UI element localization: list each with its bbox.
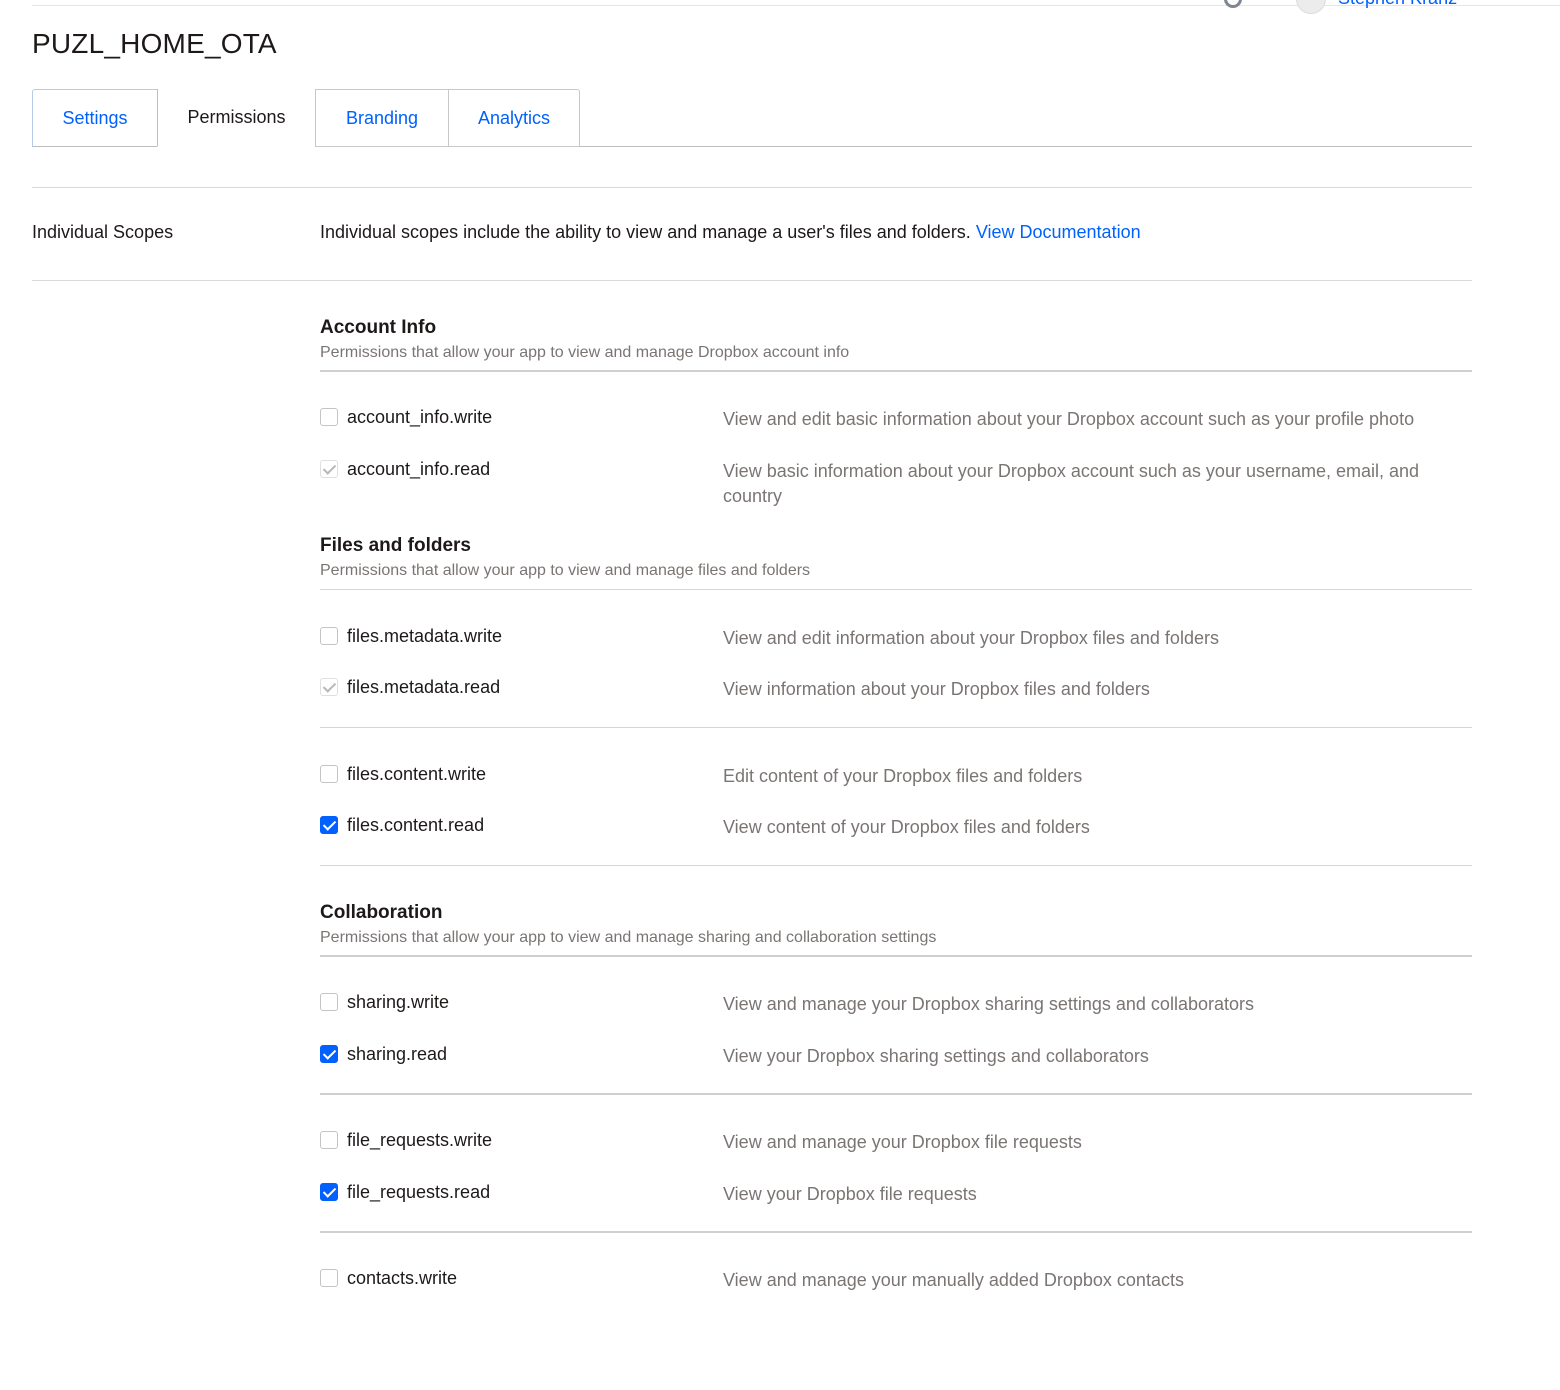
divider bbox=[32, 280, 1472, 281]
divider bbox=[320, 727, 1472, 728]
permission-name: sharing.write bbox=[347, 992, 450, 1012]
tab-permissions[interactable]: Permissions bbox=[157, 89, 315, 147]
checkbox-file-requests-read[interactable] bbox=[320, 1183, 338, 1201]
avatar[interactable] bbox=[1296, 0, 1328, 16]
permission-name: files.content.read bbox=[347, 815, 485, 835]
tab-branding[interactable]: Branding bbox=[315, 89, 448, 147]
scopes-description-text: Individual scopes include the ability to… bbox=[320, 222, 971, 242]
view-documentation-link[interactable]: View Documentation bbox=[976, 222, 1141, 242]
checkbox-files-content-write[interactable] bbox=[320, 765, 338, 783]
checkbox-account-info-write[interactable] bbox=[320, 408, 338, 426]
permission-name: contacts.write bbox=[347, 1268, 458, 1288]
permission-description: Edit content of your Dropbox files and f… bbox=[723, 766, 1083, 786]
divider bbox=[320, 1093, 1472, 1095]
checkbox-file-requests-write[interactable] bbox=[320, 1131, 338, 1149]
tab-bar: Settings Permissions Branding Analytics bbox=[32, 89, 580, 147]
checkbox-account-info-read[interactable] bbox=[320, 460, 338, 478]
divider bbox=[320, 865, 1472, 866]
checkbox-sharing-read[interactable] bbox=[320, 1045, 338, 1063]
group-divider bbox=[320, 955, 1472, 957]
divider bbox=[320, 1231, 1472, 1233]
permission-description: View basic information about your Dropbo… bbox=[723, 461, 1420, 506]
tab-analytics[interactable]: Analytics bbox=[448, 89, 580, 147]
scopes-description: Individual scopes include the ability to… bbox=[320, 222, 1141, 243]
permission-name: sharing.read bbox=[347, 1044, 448, 1064]
group-title-collaboration: Collaboration bbox=[320, 902, 443, 923]
permission-name: files.metadata.write bbox=[347, 626, 503, 646]
permission-name: file_requests.read bbox=[347, 1182, 491, 1202]
permission-description: View your Dropbox file requests bbox=[723, 1184, 977, 1204]
permission-description: View and edit basic information about yo… bbox=[723, 409, 1415, 429]
page-title: PUZL_HOME_OTA bbox=[32, 28, 277, 59]
permission-description: View your Dropbox sharing settings and c… bbox=[723, 1046, 1149, 1066]
tab-settings[interactable]: Settings bbox=[32, 89, 157, 147]
permission-name: file_requests.write bbox=[347, 1130, 493, 1150]
permission-description: View and manage your Dropbox file reques… bbox=[723, 1132, 1082, 1152]
checkbox-files-metadata-write[interactable] bbox=[320, 627, 338, 645]
permission-description: View and manage your Dropbox sharing set… bbox=[723, 994, 1254, 1014]
permission-name: files.content.write bbox=[347, 764, 487, 784]
checkbox-contacts-write[interactable] bbox=[320, 1269, 338, 1287]
scopes-label: Individual Scopes bbox=[32, 222, 174, 242]
checkbox-sharing-write[interactable] bbox=[320, 993, 338, 1011]
top-border bbox=[32, 5, 1560, 6]
permission-description: View and manage your manually added Drop… bbox=[723, 1270, 1184, 1290]
checkbox-files-metadata-read[interactable] bbox=[320, 678, 338, 696]
group-subtitle-files: Permissions that allow your app to view … bbox=[320, 562, 811, 579]
permission-description: View content of your Dropbox files and f… bbox=[723, 817, 1090, 837]
group-divider bbox=[320, 370, 1472, 372]
user-name-link[interactable]: Stephen Kranz bbox=[1338, 0, 1457, 10]
permission-name: account_info.read bbox=[347, 459, 491, 479]
group-subtitle-collaboration: Permissions that allow your app to view … bbox=[320, 929, 937, 946]
group-subtitle-account-info: Permissions that allow your app to view … bbox=[320, 344, 850, 361]
settings-icon[interactable] bbox=[1220, 0, 1248, 16]
group-divider bbox=[320, 589, 1472, 590]
permission-name: files.metadata.read bbox=[347, 677, 501, 697]
divider bbox=[32, 187, 1472, 188]
permission-description: View and edit information about your Dro… bbox=[723, 628, 1219, 648]
checkbox-files-content-read[interactable] bbox=[320, 816, 338, 834]
group-title-files: Files and folders bbox=[320, 535, 471, 556]
permission-name: account_info.write bbox=[347, 407, 493, 427]
permission-description: View information about your Dropbox file… bbox=[723, 679, 1150, 699]
group-title-account-info: Account Info bbox=[320, 317, 437, 338]
